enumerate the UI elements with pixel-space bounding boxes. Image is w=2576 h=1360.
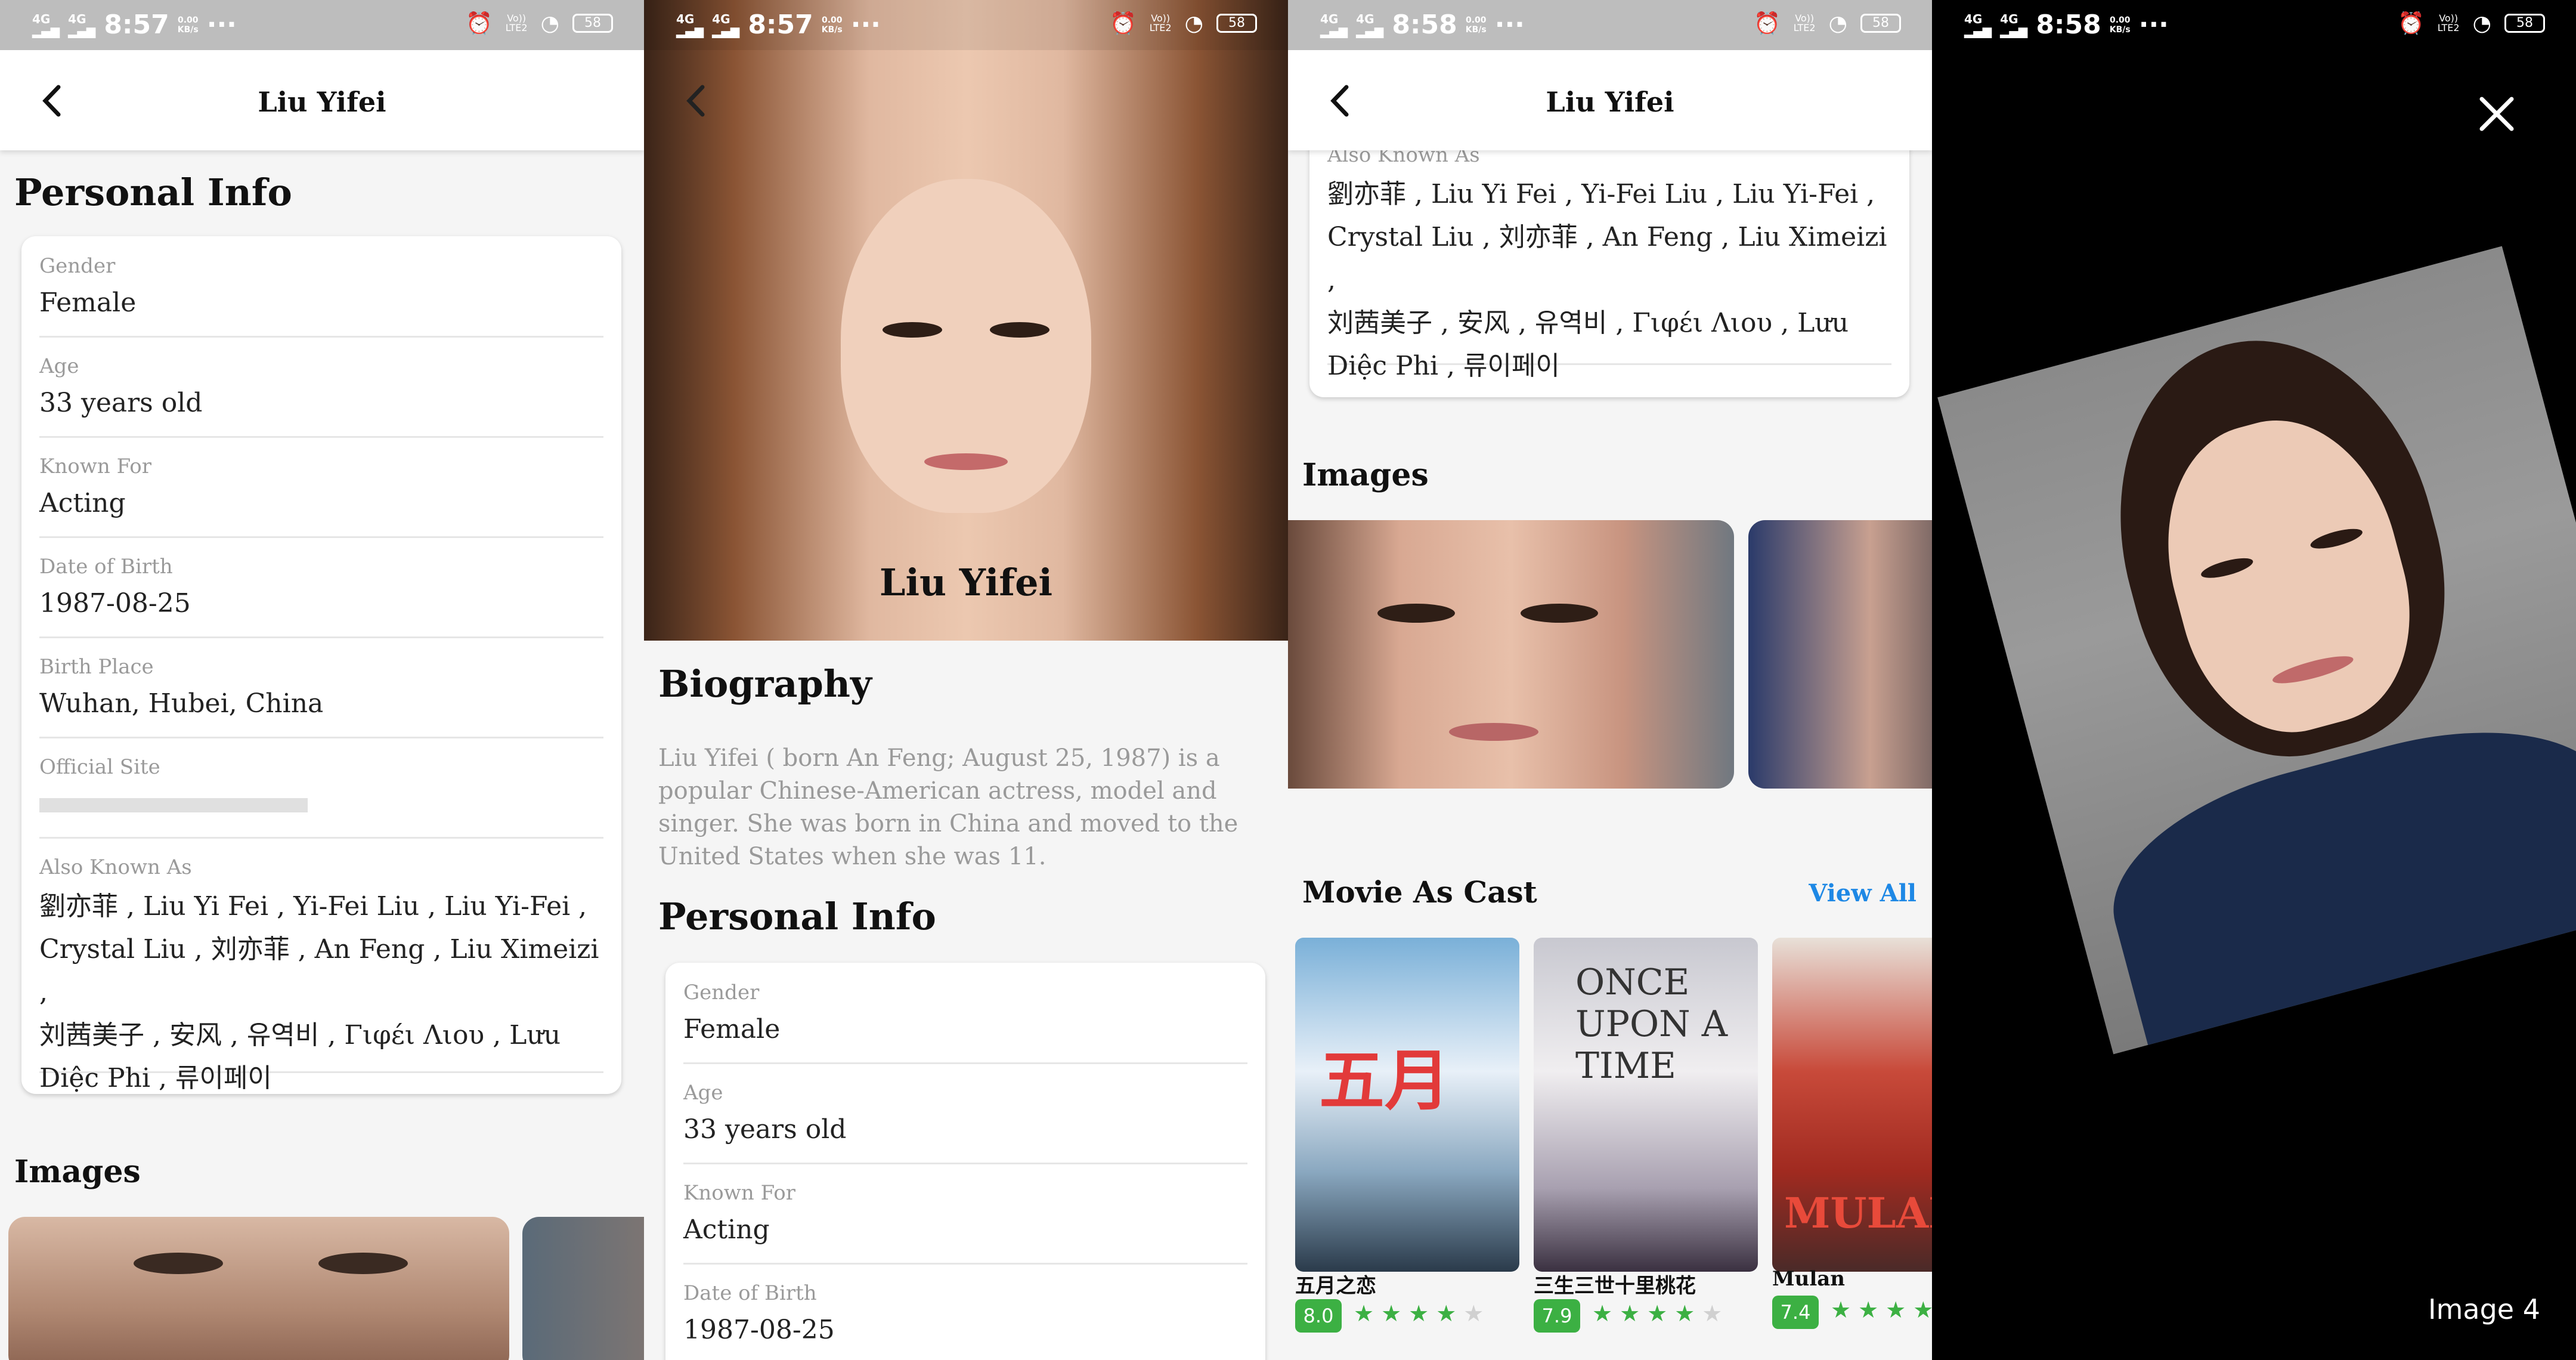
signal-icon: 4G ▂▄▆ xyxy=(32,11,60,38)
personal-info-card: Gender Female Age 33 years old Known For Ac… xyxy=(21,236,621,1094)
biography-heading: Biography xyxy=(658,662,872,706)
field-date-of-birth: Date of Birth 1987-08-25 xyxy=(683,1281,1247,1360)
wifi-icon: ◔ xyxy=(540,11,559,36)
star-rating-icon: ★★★★★ xyxy=(1592,1300,1730,1327)
alarm-icon: ⏰ xyxy=(1753,11,1781,36)
image-thumbnail[interactable] xyxy=(1748,520,1932,789)
field-gender: Gender Female xyxy=(683,981,1247,1064)
clock: 8:58 xyxy=(1392,10,1457,40)
images-heading: Images xyxy=(14,1154,141,1190)
status-bar: 4G ▂▄▆ 4G ▂▄▆ 8:57 0.00 KB/s ··· ⏰ Vo)) LTE2 ◔ 58 xyxy=(0,0,644,50)
wifi-icon: ◔ xyxy=(2472,11,2491,36)
field-known-for: Known For Acting xyxy=(683,1181,1247,1265)
wifi-icon: ◔ xyxy=(1828,11,1847,36)
field-birth-place: Birth Place Wuhan, Hubei, China xyxy=(39,655,603,738)
clock: 8:58 xyxy=(2036,10,2101,40)
image-thumbnail[interactable] xyxy=(522,1217,644,1360)
field-also-known-as: Also Known As 劉亦菲 , Liu Yi Fei , Yi-Fei … xyxy=(1327,143,1891,381)
image-thumbnail[interactable] xyxy=(8,1217,509,1360)
page-title: Liu Yifei xyxy=(1546,86,1674,118)
status-bar: 4G ▂▄▆ 4G ▂▄▆ 8:57 0.00 KB/s ··· ⏰ Vo)) LTE2 ◔ 58 xyxy=(644,0,1288,50)
aka-text: 劉亦菲 , Liu Yi Fei , Yi-Fei Liu , Liu Yi-F… xyxy=(1327,179,1887,381)
profile-screen-1: 4G ▂▄▆ 4G ▂▄▆ 8:57 0.00 KB/s ··· ⏰ Vo)) LTE2 ◔ 58 L… xyxy=(0,0,644,1360)
movie-title: 三生三世十里桃花 xyxy=(1534,1274,1696,1298)
movie-poster[interactable]: MULAN xyxy=(1772,938,1932,1272)
personal-info-heading: Personal Info xyxy=(14,171,292,214)
status-bar: 4G ▂▄▆ 4G ▂▄▆ 8:58 0.00 KB/s ··· ⏰ Vo)) LTE2 ◔ 58 xyxy=(1288,0,1932,50)
clock: 8:57 xyxy=(104,10,169,40)
clock: 8:57 xyxy=(748,10,813,40)
page-title: Liu Yifei xyxy=(258,86,386,118)
battery-icon: 58 xyxy=(1860,14,1901,33)
back-arrow-icon[interactable] xyxy=(676,80,718,122)
close-icon[interactable] xyxy=(2476,93,2518,135)
app-bar: Liu Yifei xyxy=(1288,50,1932,150)
personal-info-card: Also Known As 劉亦菲 , Liu Yi Fei , Yi-Fei … xyxy=(1309,119,1909,397)
profile-screen-2: Liu Yifei 4G ▂▄▆ 4G ▂▄▆ 8:57 0.00 KB/s ··· ⏰ Vo)… xyxy=(644,0,1288,1360)
status-bar: 4G ▂▄▆ 4G ▂▄▆ 8:58 0.00 KB/s ··· ⏰ Vo)) LTE2 ◔ 58 xyxy=(1932,0,2576,50)
movie-title: Mulan xyxy=(1772,1267,1846,1291)
view-all-link[interactable]: View All xyxy=(1809,879,1916,907)
profile-screen-3: 4G ▂▄▆ 4G ▂▄▆ 8:58 0.00 KB/s ··· ⏰ Vo)) LTE2 ◔ 58 L… xyxy=(1288,0,1932,1360)
images-heading: Images xyxy=(1302,457,1429,493)
field-gender: Gender Female xyxy=(39,254,603,338)
eye-shape xyxy=(134,1253,223,1274)
movie-poster[interactable]: ONCE UPON A TIME xyxy=(1534,938,1758,1272)
alarm-icon: ⏰ xyxy=(2397,11,2425,36)
rating-badge: 7.4 xyxy=(1772,1296,1819,1329)
app-bar: Liu Yifei xyxy=(0,50,644,150)
field-also-known-as: Also Known As 劉亦菲 , Liu Yi Fei , Yi-Fei … xyxy=(39,855,603,1093)
field-age: Age 33 years old xyxy=(39,354,603,438)
star-rating-icon: ★★★★ xyxy=(1831,1297,1932,1323)
field-date-of-birth: Date of Birth 1987-08-25 xyxy=(39,555,603,638)
field-known-for: Known For Acting xyxy=(39,455,603,538)
rating-badge: 7.9 xyxy=(1534,1299,1580,1333)
wifi-icon: ◔ xyxy=(1184,11,1203,36)
star-rating-icon: ★★★★★ xyxy=(1354,1300,1491,1327)
battery-icon: 58 xyxy=(2504,14,2545,33)
photo-name-overlay: Liu Yifei xyxy=(879,561,1053,604)
official-site-placeholder[interactable] xyxy=(39,798,308,812)
biography-text: Liu Yifei ( born An Feng; August 25, 198… xyxy=(658,744,1239,870)
battery-icon: 58 xyxy=(1216,14,1257,33)
viewer-image[interactable] xyxy=(1937,246,2576,1055)
rating-badge: 8.0 xyxy=(1295,1299,1342,1333)
field-official-site: Official Site xyxy=(39,755,603,839)
battery-icon: 58 xyxy=(572,14,613,33)
personal-info-card: Gender Female Age 33 years old Known For Ac… xyxy=(665,963,1265,1360)
movie-poster[interactable]: 五月 xyxy=(1295,938,1519,1272)
alarm-icon: ⏰ xyxy=(1109,11,1137,36)
movie-title: 五月之恋 xyxy=(1295,1274,1376,1298)
image-caption: Image 4 xyxy=(2428,1293,2540,1325)
field-age: Age 33 years old xyxy=(683,1081,1247,1164)
aka-text: 劉亦菲 , Liu Yi Fei , Yi-Fei Liu , Liu Yi-F… xyxy=(39,891,599,1093)
image-viewer-screen: 4G ▂▄▆ 4G ▂▄▆ 8:58 0.00 KB/s ··· ⏰ Vo)) LTE2 ◔ 58 I… xyxy=(1932,0,2576,1360)
image-thumbnail[interactable] xyxy=(1288,520,1734,789)
personal-info-heading: Personal Info xyxy=(658,895,936,938)
movie-as-cast-heading: Movie As Cast xyxy=(1302,874,1537,910)
alarm-icon: ⏰ xyxy=(465,11,493,36)
profile-photo[interactable]: Liu Yifei xyxy=(644,0,1288,641)
